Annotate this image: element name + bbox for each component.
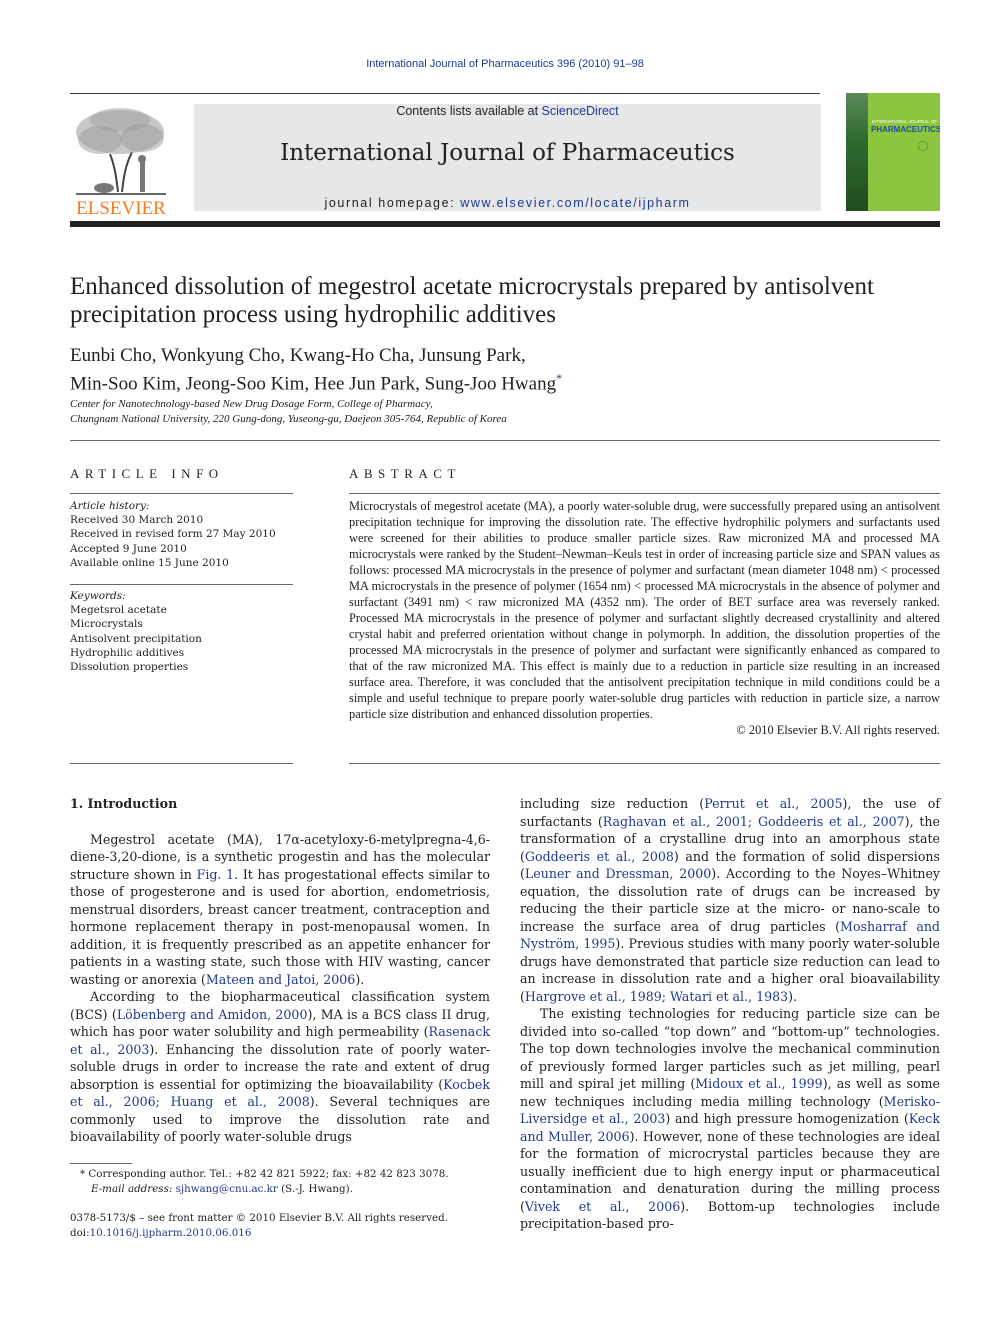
ref-link[interactable]: Goddeeris et al., 2008 [525,849,674,864]
article-history-label: Article history: [70,500,150,512]
ref-link[interactable]: Löbenberg and Amidon, 2000 [117,1007,308,1022]
authors-line-2-text: Min-Soo Kim, Jeong-Soo Kim, Hee Jun Park… [70,373,557,395]
abstract-copyright: © 2010 Elsevier B.V. All rights reserved… [736,723,940,737]
ref-link[interactable]: Raghavan et al., 2001; Goddeeris et al.,… [603,814,905,829]
intro-paragraph-2: According to the biopharmaceutical class… [70,989,491,1144]
intro-paragraph-3: The existing technologies for reducing p… [520,1006,940,1231]
contents-prefix: Contents lists available at [396,104,542,118]
cover-text-line1: INTERNATIONAL JOURNAL OF [872,119,938,124]
body-left-column: 1. Introduction Megestrol acetate (MA), … [70,795,490,1146]
footnote-corresponding: * Corresponding author. Tel.: +82 42 821… [80,1167,500,1197]
ref-link[interactable]: Perrut et al., 2005 [704,796,842,811]
sciencedirect-link[interactable]: ScienceDirect [542,104,619,118]
article-info-rule [70,493,293,494]
abstract-rule [349,493,940,494]
email-label: E-mail address: [91,1183,176,1195]
keywords-block: Keywords: Megetsrol acetate Microcrystal… [70,589,300,674]
article-title: Enhanced dissolution of megestrol acetat… [70,273,874,328]
homepage-prefix: journal homepage: [324,196,461,210]
ref-link[interactable]: Hargrove et al., 1989; Watari et al., 19… [525,989,788,1004]
keyword-item: Antisolvent precipitation [70,632,202,645]
header-thick-rule [70,221,940,227]
article-history: Article history: Received 30 March 2010 … [70,499,300,570]
abstract-paragraph: Microcrystals of megestrol acetate (MA),… [349,499,940,721]
cover-emblem-icon [918,141,928,151]
article-info-heading: ARTICLE INFO [70,466,224,481]
corresponding-author-mark[interactable]: * [556,371,562,385]
history-received: Received 30 March 2010 [70,514,204,527]
intro-paragraph-2-continued: including size reduction (Perrut et al.,… [520,796,941,1004]
email-suffix: (S.-J. Hwang). [277,1183,353,1195]
doi-line: doi:10.1016/j.ijpharm.2010.06.016 [70,1226,510,1241]
ref-link[interactable]: Vivek et al., 2006 [525,1199,680,1214]
intro-paragraph-1: Megestrol acetate (MA), 17α-acetyloxy-6-… [70,831,490,987]
cover-text-line2: PHARMACEUTICS [871,125,940,134]
front-matter: 0378-5173/$ – see front matter © 2010 El… [70,1211,510,1241]
doi-prefix: doi: [70,1227,90,1239]
header-top-rule [70,93,820,94]
email-line: E-mail address: sjhwang@cnu.ac.kr (S.-J.… [80,1182,500,1197]
email-link[interactable]: sjhwang@cnu.ac.kr [176,1183,278,1195]
doi-link[interactable]: 10.1016/j.ijpharm.2010.06.016 [90,1227,252,1239]
keywords-label: Keywords: [70,590,126,602]
contents-line: Contents lists available at ScienceDirec… [194,104,821,118]
affiliation-line-1: Center for Nanotechnology-based New Drug… [70,398,433,410]
elsevier-logo[interactable]: ELSEVIER [70,104,172,219]
keyword-item: Microcrystals [70,618,143,631]
homepage-link[interactable]: www.elsevier.com/locate/ijpharm [460,196,690,210]
journal-title: International Journal of Pharmaceutics [280,140,735,166]
abstract-bottom-rule [349,763,940,764]
authors-line-2: Min-Soo Kim, Jeong-Soo Kim, Hee Jun Park… [70,367,950,395]
journal-homepage: journal homepage: www.elsevier.com/locat… [194,196,821,210]
journal-cover-thumbnail[interactable]: INTERNATIONAL JOURNAL OF PHARMACEUTICS [846,93,940,211]
keyword-item: Megetsrol acetate [70,604,167,617]
abstract-text: Microcrystals of megestrol acetate (MA),… [349,498,940,738]
footnote-rule [70,1163,132,1164]
affiliation-line-2: Chungnam National University, 220 Gung-d… [70,413,507,425]
ref-link[interactable]: Leuner and Dressman, 2000 [525,866,711,881]
affiliation: Center for Nanotechnology-based New Drug… [70,397,950,427]
body-right-column: including size reduction (Perrut et al.,… [520,795,940,1233]
title-divider [70,440,940,441]
history-revised: Received in revised form 27 May 2010 [70,528,276,541]
history-online: Available online 15 June 2010 [70,556,229,569]
history-accepted: Accepted 9 June 2010 [70,542,187,555]
cover-vial-image [846,93,868,211]
author-list: Eunbi Cho, Wonkyung Cho, Kwang-Ho Cha, J… [70,345,950,395]
ref-link[interactable]: Mateen and Jatoi, 2006 [206,972,355,987]
front-matter-line: 0378-5173/$ – see front matter © 2010 El… [70,1212,448,1224]
keywords-rule [70,584,293,585]
keyword-item: Dissolution properties [70,661,189,674]
authors-line-1: Eunbi Cho, Wonkyung Cho, Kwang-Ho Cha, J… [70,345,526,366]
section-heading-introduction: 1. Introduction [70,796,178,811]
keyword-item: Hydrophilic additives [70,646,185,659]
ref-link[interactable]: Fig. 1 [197,867,235,882]
ref-link[interactable]: Midoux et al., 1999 [695,1076,822,1091]
journal-citation[interactable]: International Journal of Pharmaceutics 3… [0,58,992,70]
corresponding-author-note: * Corresponding author. Tel.: +82 42 821… [80,1168,449,1180]
svg-text:ELSEVIER: ELSEVIER [76,198,166,216]
article-info-bottom-rule [70,763,293,764]
elsevier-tree-icon: ELSEVIER [76,108,166,219]
abstract-heading: ABSTRACT [349,466,461,481]
